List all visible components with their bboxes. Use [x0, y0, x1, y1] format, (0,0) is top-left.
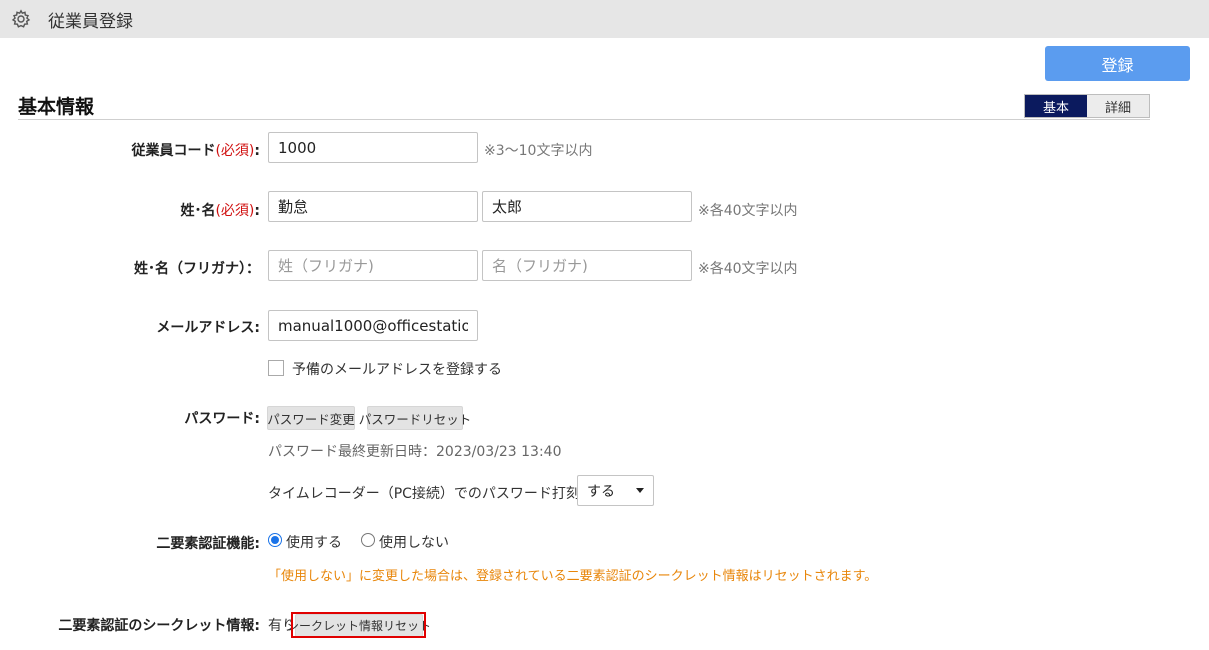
highlight-box	[291, 612, 426, 638]
employee-code-hint: ※3～10文字以内	[484, 143, 593, 159]
two-factor-not-use-label: 使用しない	[379, 535, 449, 551]
two-factor-use-label: 使用する	[286, 535, 342, 551]
timerecorder-select-value: する	[587, 483, 615, 500]
two-factor-label: 二要素認証機能:	[156, 536, 260, 552]
employee-code-label: 従業員コード(必須):	[131, 140, 260, 160]
label-colon: :	[254, 203, 260, 219]
required-mark: (必須)	[215, 203, 255, 219]
two-factor-use-radio[interactable]	[268, 533, 282, 547]
tab-basic[interactable]: 基本	[1025, 95, 1087, 117]
tab-detail[interactable]: 詳細	[1087, 95, 1149, 117]
name-label-text: 姓･名	[180, 203, 216, 219]
last-name-kana-input[interactable]	[268, 250, 478, 281]
password-change-button[interactable]: パスワード変更	[267, 406, 355, 430]
password-last-updated: パスワード最終更新日時：2023/03/23 13:40	[268, 444, 562, 460]
employee-code-input[interactable]	[268, 132, 478, 163]
chevron-down-icon	[636, 488, 644, 493]
page-title: 従業員登録	[48, 11, 133, 32]
timerecorder-label: タイムレコーダー（PC接続）でのパスワード打刻を許可	[268, 486, 622, 502]
timerecorder-select[interactable]: する	[577, 475, 654, 506]
email-input[interactable]	[268, 310, 478, 341]
name-hint: ※各40文字以内	[698, 203, 798, 219]
name-label: 姓･名(必須):	[180, 200, 260, 220]
name-kana-hint: ※各40文字以内	[698, 261, 798, 277]
secret-label: 二要素認証のシークレット情報:	[58, 618, 260, 634]
register-button[interactable]: 登録	[1045, 46, 1190, 81]
two-factor-not-use-radio[interactable]	[361, 533, 375, 547]
section-title: 基本情報	[18, 96, 95, 118]
gear-icon[interactable]	[10, 8, 32, 30]
backup-email-checkbox[interactable]	[268, 360, 284, 376]
label-colon: :	[254, 143, 260, 159]
section-tabs: 基本 詳細	[1024, 94, 1150, 118]
first-name-input[interactable]	[482, 191, 692, 222]
required-mark: (必須)	[215, 143, 255, 159]
password-label: パスワード:	[184, 411, 260, 427]
section-divider	[18, 119, 1150, 120]
last-name-input[interactable]	[268, 191, 478, 222]
backup-email-label: 予備のメールアドレスを登録する	[292, 362, 502, 378]
two-factor-warning: 「使用しない」に変更した場合は、登録されている二要素認証のシークレット情報はリセ…	[268, 569, 878, 584]
name-kana-label: 姓･名（フリガナ）：	[134, 261, 260, 277]
title-bar: 従業員登録	[0, 0, 1209, 38]
password-reset-button[interactable]: パスワードリセット	[359, 406, 471, 430]
email-label: メールアドレス:	[156, 320, 260, 336]
employee-code-label-text: 従業員コード	[131, 143, 216, 159]
first-name-kana-input[interactable]	[482, 250, 692, 281]
